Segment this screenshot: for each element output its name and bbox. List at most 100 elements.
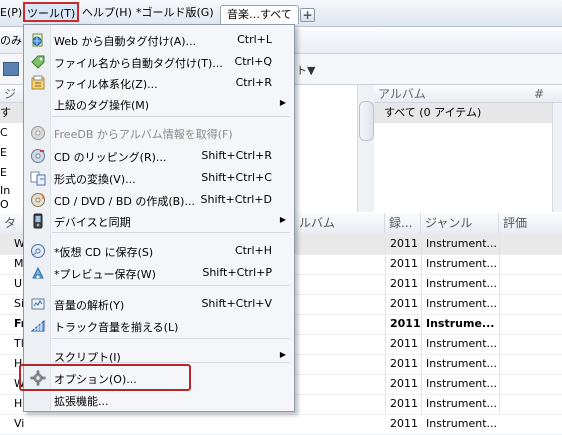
track-year-cell: 2011 xyxy=(390,397,418,410)
menu-item-shortcut: Shift+Ctrl+C xyxy=(201,171,272,184)
burn-disc-icon xyxy=(30,192,46,208)
device-sync-icon xyxy=(30,213,46,229)
menu-item-shortcut: Shift+Ctrl+R xyxy=(201,149,272,162)
album-row-all[interactable]: すべて (0 アイテム) xyxy=(374,103,552,123)
menu-item-label: 音量の解析(Y) xyxy=(54,299,125,312)
menu-item-label: *プレビュー保存(W) xyxy=(54,268,156,281)
column-title-header[interactable]: タ xyxy=(0,213,24,233)
menu-item-web-a[interactable]: Web から自動タグ付け(A)... Ctrl+L xyxy=(24,30,294,50)
menu-separator xyxy=(52,232,290,233)
menu-item-m[interactable]: 上級のタグ操作(M) ▶ xyxy=(24,94,294,114)
track-number-header: # xyxy=(530,85,562,103)
menu-edit[interactable]: E(P) xyxy=(0,4,22,22)
menu-gold-edition[interactable]: *ゴールド版(G) xyxy=(136,4,214,22)
menu-item-label: スクリプト(I) xyxy=(54,351,121,364)
menu-item-shortcut: Shift+Ctrl+P xyxy=(202,266,272,279)
column-year-header[interactable]: 録... xyxy=(385,213,421,233)
virtual-cd-icon xyxy=(30,243,46,259)
view-icon[interactable] xyxy=(3,62,19,76)
menu-item-label: 拡張機能... xyxy=(54,395,109,408)
track-genre-cell: Instrument... xyxy=(426,237,498,250)
menu-item-shortcut: Ctrl+Q xyxy=(234,55,272,68)
table-row[interactable]: Vi 2011 Instrument... xyxy=(0,413,562,435)
menu-item-w[interactable]: *プレビュー保存(W) Shift+Ctrl+P xyxy=(24,263,294,283)
track-title-cell: Vi xyxy=(14,417,24,430)
menu-item-cd-dvd-bd-b[interactable]: CD / DVD / BD の作成(B)... Shift+Ctrl+D xyxy=(24,190,294,210)
track-genre-cell: Instrument... xyxy=(426,357,498,370)
genre-row[interactable]: E xyxy=(0,143,20,163)
menu-item-v[interactable]: 形式の変換(V)... Shift+Ctrl+C xyxy=(24,168,294,188)
menu-tools[interactable]: ツール(T) xyxy=(23,2,80,22)
submenu-arrow-icon: ▶ xyxy=(279,98,286,107)
menu-item-cd-s[interactable]: *仮想 CD に保存(S) Ctrl+H xyxy=(24,241,294,261)
track-genre-cell: Instrument... xyxy=(426,377,498,390)
track-year-cell: 2011 xyxy=(390,317,421,330)
menu-item-shortcut: Ctrl+L xyxy=(237,33,272,46)
submenu-arrow-icon: ▶ xyxy=(279,350,286,359)
menu-item-shortcut: Shift+Ctrl+V xyxy=(201,297,272,310)
menu-item-15[interactable]: 拡張機能... xyxy=(24,390,294,410)
browser-scrollbar[interactable] xyxy=(357,85,374,212)
menu-item-label: FreeDB からアルバム情報を取得(F) xyxy=(54,128,233,141)
menu-item-shortcut: Ctrl+H xyxy=(234,244,272,257)
menu-item-cd-r[interactable]: CD のリッピング(R)... Shift+Ctrl+R xyxy=(24,146,294,166)
album-scrollbar[interactable] xyxy=(552,85,562,212)
track-year-cell: 2011 xyxy=(390,237,418,250)
menu-separator xyxy=(52,338,290,339)
track-year-cell: 2011 xyxy=(390,337,418,350)
freedb-disc-icon xyxy=(30,125,46,141)
column-rating-header[interactable]: 評価 xyxy=(499,213,562,233)
genre-row[interactable]: E xyxy=(0,163,20,183)
track-year-cell: 2011 xyxy=(390,297,418,310)
column-divider xyxy=(499,233,500,414)
genre-row[interactable]: C xyxy=(0,123,20,143)
menu-item-l[interactable]: トラック音量を揃える(L) xyxy=(24,316,294,336)
options-highlight xyxy=(19,364,191,391)
menu-separator xyxy=(52,116,290,117)
menu-separator xyxy=(52,285,290,286)
track-genre-cell: Instrument... xyxy=(426,337,498,350)
menu-item-t[interactable]: ファイル名から自動タグ付け(T)... Ctrl+Q xyxy=(24,52,294,72)
menu-item-y[interactable]: 音量の解析(Y) Shift+Ctrl+V xyxy=(24,294,294,314)
column-genre-header[interactable]: ジャンル xyxy=(421,213,499,233)
genre-header: ジ xyxy=(0,85,24,103)
rip-cd-icon xyxy=(30,148,46,164)
menu-item-z[interactable]: ファイル体系化(Z)... Ctrl+R xyxy=(24,73,294,93)
track-year-cell: 2011 xyxy=(390,257,418,270)
preview-save-icon xyxy=(30,265,46,281)
filter-label: のみ xyxy=(0,34,22,47)
menu-item-label: CD / DVD / BD の作成(B)... xyxy=(54,195,195,208)
menu-item-label: ファイル名から自動タグ付け(T)... xyxy=(54,57,223,70)
menu-item-label: トラック音量を揃える(L) xyxy=(54,321,179,334)
column-album-header[interactable]: ルバム xyxy=(295,213,385,233)
menu-item-label: *仮想 CD に保存(S) xyxy=(54,246,154,259)
organize-files-icon xyxy=(30,75,46,91)
menu-item-shortcut: Ctrl+R xyxy=(235,76,272,89)
menu-item-label: 形式の変換(V)... xyxy=(54,173,136,186)
web-tag-icon xyxy=(30,32,46,48)
scrollbar-thumb[interactable] xyxy=(359,101,374,141)
convert-format-icon xyxy=(30,170,46,186)
genre-row[interactable]: す xyxy=(0,103,24,123)
track-year-cell: 2011 xyxy=(390,357,418,370)
column-divider xyxy=(385,233,386,414)
tools-menu: Web から自動タグ付け(A)... Ctrl+L ファイル名から自動タグ付け(T)… xyxy=(23,24,295,412)
column-divider xyxy=(421,233,422,414)
menu-item-8[interactable]: デバイスと同期 ▶ xyxy=(24,211,294,231)
menu-item-shortcut: Shift+Ctrl+D xyxy=(200,193,272,206)
menu-item-i[interactable]: スクリプト(I) ▶ xyxy=(24,346,294,366)
volume-analyze-icon xyxy=(30,296,46,312)
view-dropdown[interactable]: ト▼ xyxy=(296,62,315,78)
add-tab-button[interactable]: + xyxy=(300,8,315,22)
track-year-cell: 2011 xyxy=(390,277,418,290)
level-volume-icon xyxy=(30,318,46,334)
menu-help[interactable]: ヘルプ(H) xyxy=(82,4,132,22)
tab-music-all[interactable]: 音楽…すべて xyxy=(220,5,299,24)
album-header: アルバム xyxy=(374,85,530,103)
menu-item-label: Web から自動タグ付け(A)... xyxy=(54,35,197,48)
genre-row[interactable]: O xyxy=(0,197,20,213)
track-genre-cell: Instrument... xyxy=(426,297,498,310)
track-genre-cell: Instrument... xyxy=(426,417,498,430)
filename-tag-icon xyxy=(30,54,46,70)
track-year-cell: 2011 xyxy=(390,417,418,430)
